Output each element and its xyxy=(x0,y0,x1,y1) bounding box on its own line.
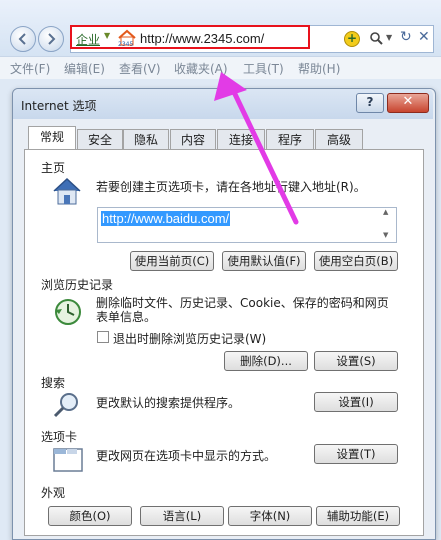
help-button[interactable]: ? xyxy=(356,93,384,113)
delete-on-exit-checkbox[interactable] xyxy=(97,331,109,343)
menu-file[interactable]: 文件(F) xyxy=(10,60,50,77)
search-dropdown-icon[interactable]: ▼ xyxy=(386,33,392,42)
close-icon: ✕ xyxy=(402,94,414,109)
appearance-heading: 外观 xyxy=(41,486,66,500)
search-magnifier-icon xyxy=(53,393,78,418)
stop-icon[interactable]: ✕ xyxy=(418,29,430,45)
search-icon[interactable] xyxy=(369,31,383,45)
homepage-url-value[interactable]: http://www.baidu.com/ xyxy=(101,211,231,226)
tab-programs[interactable]: 程序 xyxy=(266,129,314,149)
history-heading: 浏览历史记录 xyxy=(41,278,114,292)
history-settings-button[interactable]: 设置(S) xyxy=(314,351,398,371)
forward-button[interactable] xyxy=(38,26,64,52)
tab-privacy[interactable]: 隐私 xyxy=(123,129,169,149)
menu-favorites[interactable]: 收藏夹(A) xyxy=(174,60,228,77)
forward-arrow-icon xyxy=(48,33,56,45)
scroll-down-icon[interactable]: ▼ xyxy=(383,231,388,239)
use-default-button[interactable]: 使用默认值(F) xyxy=(222,251,306,271)
search-description: 更改默认的搜索提供程序。 xyxy=(96,396,241,410)
use-current-button[interactable]: 使用当前页(C) xyxy=(130,251,214,271)
url-highlight-box xyxy=(70,25,310,49)
dialog-title: Internet 选项 xyxy=(21,99,97,113)
back-arrow-icon xyxy=(18,33,26,45)
refresh-icon[interactable]: ↻ xyxy=(400,29,412,45)
house-icon xyxy=(53,177,81,205)
back-button[interactable] xyxy=(10,26,36,52)
fonts-button[interactable]: 字体(N) xyxy=(228,506,312,526)
tabs-heading: 选项卡 xyxy=(41,430,78,444)
search-heading: 搜索 xyxy=(41,376,66,390)
tab-general[interactable]: 常规 xyxy=(28,126,76,150)
tab-security[interactable]: 安全 xyxy=(77,129,123,149)
close-button[interactable]: ✕ xyxy=(387,93,429,113)
accessibility-button[interactable]: 辅助功能(E) xyxy=(316,506,400,526)
menu-view[interactable]: 查看(V) xyxy=(119,60,161,77)
colors-button[interactable]: 颜色(O) xyxy=(48,506,132,526)
menu-help[interactable]: 帮助(H) xyxy=(298,60,340,77)
menu-edit[interactable]: 编辑(E) xyxy=(64,60,105,77)
search-settings-button[interactable]: 设置(I) xyxy=(314,392,398,412)
menu-tools[interactable]: 工具(T) xyxy=(243,60,284,77)
tabs-settings-button[interactable]: 设置(T) xyxy=(314,444,398,464)
tab-advanced[interactable]: 高级 xyxy=(315,129,363,149)
scroll-up-icon[interactable]: ▲ xyxy=(383,208,388,216)
use-blank-button[interactable]: 使用空白页(B) xyxy=(314,251,398,271)
tab-content[interactable]: 内容 xyxy=(170,129,216,149)
languages-button[interactable]: 语言(L) xyxy=(140,506,224,526)
tabs-description: 更改网页在选项卡中显示的方式。 xyxy=(96,449,277,463)
homepage-heading: 主页 xyxy=(41,161,66,175)
addon-plus-icon[interactable]: + xyxy=(344,31,360,47)
history-clock-icon xyxy=(55,299,81,325)
delete-history-button[interactable]: 删除(D)... xyxy=(224,351,308,371)
tab-connections[interactable]: 连接 xyxy=(217,129,265,149)
tabs-window-icon xyxy=(53,448,83,472)
homepage-description: 若要创建主页选项卡，请在各地址行键入地址(R)。 xyxy=(96,180,366,194)
history-description-line2: 表单信息。 xyxy=(96,310,157,324)
delete-on-exit-label[interactable]: 退出时删除浏览历史记录(W) xyxy=(113,330,266,347)
